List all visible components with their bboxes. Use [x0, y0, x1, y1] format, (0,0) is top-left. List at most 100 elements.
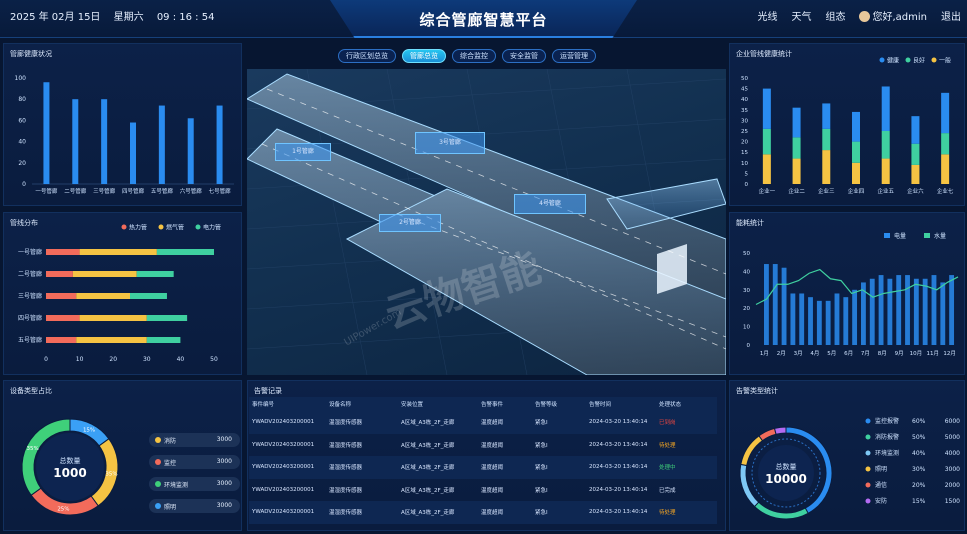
table-cell: 紧急I — [535, 465, 548, 472]
tunnel-label-2[interactable]: 2号管廊 — [379, 214, 441, 232]
table-row[interactable]: YWADV202403200001 温湿度传感器 A区域_A3栋_2F_走廊 温度超阈… — [249, 411, 717, 434]
tab-operation[interactable]: 运营管理 — [552, 49, 596, 63]
y-tick-label: 20 — [18, 160, 26, 167]
nav-weather[interactable]: 天气 — [791, 8, 811, 23]
bar-segment — [941, 154, 950, 184]
tunnel-label-1[interactable]: 1号管廊 — [275, 143, 331, 161]
x-tick-label: 二号管廊 — [64, 187, 87, 195]
center-value: 10000 — [765, 472, 807, 486]
legend-name: 环境监测 — [875, 449, 899, 457]
bar — [922, 278, 928, 345]
table-row[interactable]: YWADV202403200001 温湿度传感器 A区域_A3栋_2F_走廊 温度超阈… — [249, 434, 717, 457]
table-cell: 温度超阈 — [481, 510, 504, 517]
bar-segment — [822, 150, 831, 184]
col-event: 告警事件 — [481, 402, 504, 408]
legend-dot — [865, 418, 871, 424]
col-time: 告警时间 — [589, 402, 612, 408]
table-row[interactable]: YWADV202403200001 温湿度传感器 A区域_A3栋_2F_走廊 温度超阈… — [249, 501, 717, 524]
legend-dot — [879, 57, 885, 63]
y-tick-label: 15 — [741, 150, 748, 156]
bar-segment — [130, 293, 167, 299]
bar-segment — [46, 271, 73, 277]
weekday-text: 星期六 — [113, 12, 144, 23]
legend-value: 4000 — [945, 450, 960, 457]
user-menu[interactable]: 您好,admin — [859, 8, 927, 23]
x-tick-label: 四号管廊 — [122, 187, 145, 195]
time-text: 09 : 16 : 54 — [156, 12, 215, 23]
legend-pill[interactable]: 照明 3000 — [149, 499, 240, 513]
y-tick-label: 0 — [745, 182, 749, 188]
tunnel-label-4[interactable]: 4号管廊 — [514, 194, 586, 214]
tunnel-3d-view[interactable]: 云物智能 UIPower.com 1号管廊 3号管廊 2号管廊 4号管廊 — [247, 69, 726, 375]
x-tick-label: 50 — [210, 356, 218, 363]
bar-segment — [881, 158, 890, 184]
legend-name: 照明 — [875, 466, 887, 473]
y-tick-label: 一号管廊 — [18, 248, 42, 256]
tab-overview[interactable]: 管廊总览 — [402, 49, 446, 63]
table-cell: 温度超阈 — [481, 442, 504, 449]
table-cell: A区域_A3栋_2F_走廊 — [401, 420, 455, 427]
bar-segment — [822, 103, 831, 129]
x-tick-label: 4月 — [810, 350, 819, 357]
table-cell: 温度超阈 — [481, 465, 504, 472]
logout-button[interactable]: 退出 — [941, 8, 961, 23]
table-cell: 2024-03-20 13:40:14 — [589, 509, 648, 516]
x-tick-label: 5月 — [827, 350, 836, 357]
legend-pill[interactable]: 环境监测 3000 — [149, 477, 240, 491]
legend-pill[interactable]: 监控 3000 — [149, 455, 240, 469]
bar — [843, 297, 849, 345]
legend-label: 健康 — [887, 57, 899, 65]
x-tick-label: 2月 — [777, 350, 786, 357]
y-tick-label: 二号管廊 — [18, 270, 42, 278]
bar-segment — [79, 249, 157, 255]
bar-segment — [46, 337, 77, 343]
nav-config[interactable]: 组态 — [825, 8, 845, 23]
tunnel-label-3[interactable]: 3号管廊 — [415, 132, 485, 154]
bar-segment — [146, 337, 181, 343]
table-row[interactable]: YWADV202403200001 温湿度传感器 A区域_A3栋_2F_走廊 温度超阈… — [249, 456, 717, 479]
tab-monitor[interactable]: 综合监控 — [452, 49, 496, 63]
x-tick-label: 11月 — [927, 350, 940, 357]
legend-dot — [865, 434, 871, 440]
bar-segment — [72, 271, 137, 277]
y-tick-label: 20 — [741, 140, 748, 146]
legend-name: 通信 — [875, 481, 887, 489]
x-tick-label: 40 — [177, 356, 185, 363]
table-cell: 温湿度传感器 — [329, 465, 363, 472]
table-cell: YWADV202403200001 — [252, 486, 315, 493]
legend-value: 3000 — [216, 480, 232, 487]
tab-safety[interactable]: 安全监管 — [502, 49, 546, 63]
table-cell: YWADV202403200001 — [252, 419, 315, 426]
table-row[interactable]: YWADV202403200001 温湿度传感器 A区域_A3栋_2F_走廊 温度超阈… — [249, 479, 717, 502]
bar-segment — [762, 128, 771, 155]
legend-dot — [865, 482, 871, 488]
bar — [790, 293, 796, 345]
col-status: 处理状态 — [659, 402, 682, 408]
bar-segment — [941, 92, 950, 134]
legend-dot — [158, 224, 164, 230]
bar — [913, 278, 919, 345]
bar-segment — [46, 249, 80, 255]
ring-segment — [739, 463, 760, 508]
x-tick-label: 企业五 — [877, 187, 894, 195]
table-cell: YWADV202403200001 — [252, 464, 315, 471]
x-tick-label: 七号管廊 — [209, 187, 232, 195]
col-id: 事件编号 — [252, 402, 275, 408]
tab-region[interactable]: 行政区划总览 — [338, 49, 396, 63]
table-cell: 温度超阈 — [481, 487, 504, 494]
alarm-records-title: 告警记录 — [254, 387, 282, 395]
alarm-table: 事件编号 设备名称 安装位置 告警事件 告警等级 告警时间 处理状态 YWADV… — [249, 397, 717, 524]
company-chart: 健康 良好 一般 0 5 10 15 20 25 30 35 40 45 50 企业一 企业二 企业三 企业四 企业… — [741, 57, 954, 196]
tunnel-illustration: 云物智能 UIPower.com — [247, 69, 726, 375]
company-panel: 企业管线健康统计 健康 良好 一般 0 5 10 15 20 25 30 35 40 45 50 企业一 企业… — [729, 43, 965, 206]
y-tick-label: 80 — [18, 96, 26, 103]
legend-name: 消防报警 — [875, 433, 899, 441]
y-tick-label: 五号管廊 — [18, 336, 42, 344]
y-tick-label: 0 — [747, 343, 751, 349]
nav-light[interactable]: 光线 — [757, 8, 777, 23]
device-donut: 15% 35% 25% 35% 总数量1000 — [21, 418, 119, 516]
legend-pill[interactable]: 消防 3000 — [149, 433, 240, 447]
legend-pct: 15% — [912, 498, 926, 505]
bar-segment — [822, 128, 831, 151]
y-tick-label: 0 — [22, 181, 26, 188]
